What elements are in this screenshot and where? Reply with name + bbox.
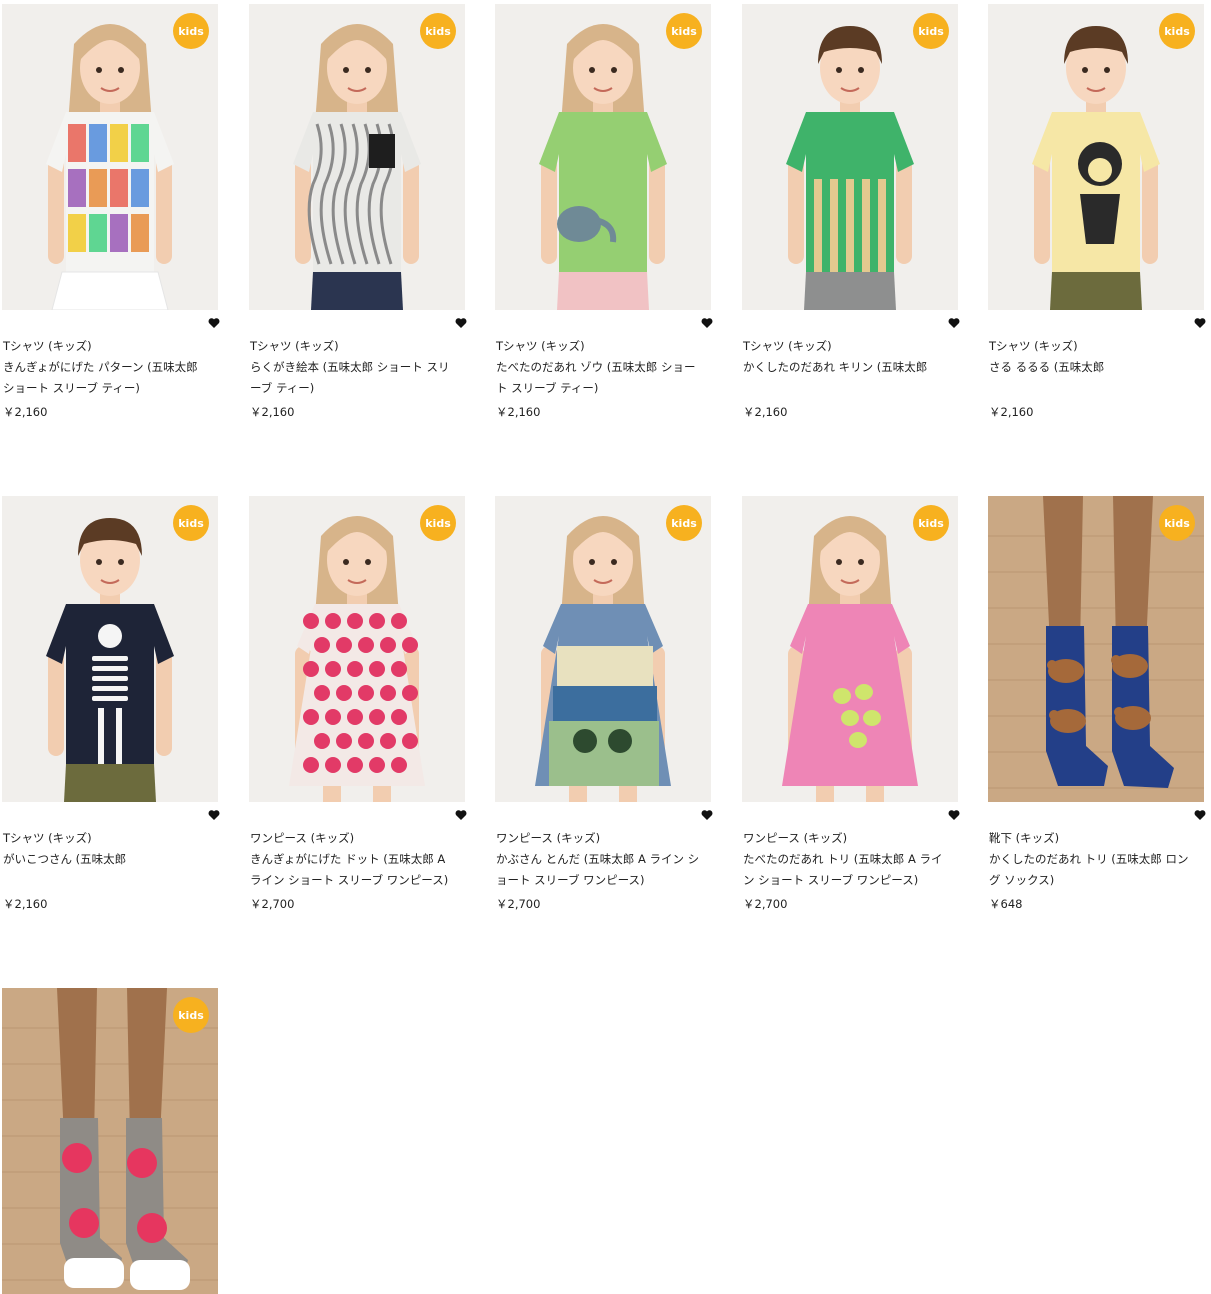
favorite-heart-icon[interactable]	[1194, 809, 1206, 821]
product-card[interactable]: kids Tシャツ (キッズ) さる るるる (五味太郎 ￥2,160	[988, 4, 1206, 434]
kids-badge: kids	[913, 13, 949, 49]
product-price: ￥2,700	[250, 897, 295, 911]
product-title-link[interactable]: かぶさん とんだ (五味太郎 A ライン ショート スリーブ ワンピース)	[496, 849, 702, 891]
product-price: ￥2,700	[743, 897, 788, 911]
product-info: Tシャツ (キッズ) らくがき絵本 (五味太郎 ショート スリーブ ティー) ￥2,…	[250, 336, 456, 423]
kids-badge: kids	[173, 505, 209, 541]
kids-badge: kids	[420, 505, 456, 541]
product-card[interactable]: kids ワンピース (キッズ) たべたのだあれ トリ (五味太郎 A ライン ショ…	[742, 496, 960, 926]
product-title-link[interactable]: たべたのだあれ トリ (五味太郎 A ライン ショート スリーブ ワンピース)	[743, 849, 949, 891]
product-title-link[interactable]: かくしたのだあれ キリン (五味太郎	[743, 357, 949, 399]
product-image[interactable]: kids	[249, 4, 465, 310]
product-image[interactable]: kids	[742, 496, 958, 802]
product-info: 靴下 (キッズ) かくしたのだあれ トリ (五味太郎 ロング ソックス) ￥648	[989, 828, 1195, 915]
favorite-heart-icon[interactable]	[208, 809, 220, 821]
product-card[interactable]: kids 靴下 (キッズ) かくしたのだあれ トリ (五味太郎 ロング ソックス) ￥…	[988, 496, 1206, 926]
product-grid: kids Tシャツ (キッズ) きんぎょがにげた パターン (五味太郎 ショート ス…	[0, 0, 1211, 1294]
favorite-heart-icon[interactable]	[1194, 317, 1206, 329]
favorite-heart-icon[interactable]	[455, 317, 467, 329]
product-image[interactable]: kids	[2, 4, 218, 310]
product-card[interactable]: kids Tシャツ (キッズ) かくしたのだあれ キリン (五味太郎 ￥2,160	[742, 4, 960, 434]
product-info: Tシャツ (キッズ) たべたのだあれ ゾウ (五味太郎 ショート スリーブ ティー…	[496, 336, 702, 423]
product-price: ￥2,160	[989, 405, 1034, 419]
product-card[interactable]: kids Tシャツ (キッズ) がいこつさん (五味太郎 ￥2,160	[2, 496, 220, 926]
product-title-link[interactable]: きんぎょがにげた パターン (五味太郎 ショート スリーブ ティー)	[3, 357, 209, 399]
product-category: ワンピース (キッズ)	[250, 831, 355, 845]
product-category: Tシャツ (キッズ)	[989, 339, 1078, 353]
product-image[interactable]: kids	[742, 4, 958, 310]
product-image[interactable]: kids	[988, 496, 1204, 802]
favorite-heart-icon[interactable]	[701, 317, 713, 329]
product-price: ￥2,160	[743, 405, 788, 419]
product-info: Tシャツ (キッズ) きんぎょがにげた パターン (五味太郎 ショート スリーブ …	[3, 336, 209, 423]
product-title-link[interactable]: らくがき絵本 (五味太郎 ショート スリーブ ティー)	[250, 357, 456, 399]
product-title-link[interactable]: がいこつさん (五味太郎	[3, 849, 209, 891]
product-card[interactable]: kids Tシャツ (キッズ) たべたのだあれ ゾウ (五味太郎 ショート スリーブ…	[495, 4, 713, 434]
product-price: ￥2,160	[3, 405, 48, 419]
kids-badge: kids	[666, 13, 702, 49]
favorite-heart-icon[interactable]	[948, 317, 960, 329]
product-card[interactable]: kids ワンピース (キッズ) かぶさん とんだ (五味太郎 A ライン ショート…	[495, 496, 713, 926]
favorite-heart-icon[interactable]	[455, 809, 467, 821]
product-image[interactable]: kids	[495, 496, 711, 802]
product-price: ￥2,160	[3, 897, 48, 911]
product-info: Tシャツ (キッズ) かくしたのだあれ キリン (五味太郎 ￥2,160	[743, 336, 949, 423]
product-info: Tシャツ (キッズ) がいこつさん (五味太郎 ￥2,160	[3, 828, 209, 915]
favorite-heart-icon[interactable]	[208, 317, 220, 329]
product-title-link[interactable]: さる るるる (五味太郎	[989, 357, 1195, 399]
product-price: ￥2,700	[496, 897, 541, 911]
product-card[interactable]: kids ワンピース (キッズ) きんぎょがにげた ドット (五味太郎 A ライン …	[249, 496, 467, 926]
kids-badge: kids	[666, 505, 702, 541]
product-category: Tシャツ (キッズ)	[743, 339, 832, 353]
product-price: ￥648	[989, 897, 1023, 911]
product-category: 靴下 (キッズ)	[989, 831, 1060, 845]
product-price: ￥2,160	[496, 405, 541, 419]
product-image[interactable]: kids	[2, 988, 218, 1294]
product-image[interactable]: kids	[495, 4, 711, 310]
product-title-link[interactable]: たべたのだあれ ゾウ (五味太郎 ショート スリーブ ティー)	[496, 357, 702, 399]
product-card[interactable]: kids	[2, 988, 220, 1294]
kids-badge: kids	[173, 13, 209, 49]
product-title-link[interactable]: きんぎょがにげた ドット (五味太郎 A ライン ショート スリーブ ワンピース…	[250, 849, 456, 891]
product-category: Tシャツ (キッズ)	[3, 831, 92, 845]
product-image[interactable]: kids	[2, 496, 218, 802]
product-image[interactable]: kids	[249, 496, 465, 802]
product-category: Tシャツ (キッズ)	[496, 339, 585, 353]
product-info: ワンピース (キッズ) かぶさん とんだ (五味太郎 A ライン ショート スリー…	[496, 828, 702, 915]
favorite-heart-icon[interactable]	[701, 809, 713, 821]
product-info: ワンピース (キッズ) たべたのだあれ トリ (五味太郎 A ライン ショート ス…	[743, 828, 949, 915]
product-category: Tシャツ (キッズ)	[3, 339, 92, 353]
kids-badge: kids	[420, 13, 456, 49]
product-category: ワンピース (キッズ)	[743, 831, 848, 845]
kids-badge: kids	[173, 997, 209, 1033]
product-image[interactable]: kids	[988, 4, 1204, 310]
favorite-heart-icon[interactable]	[948, 809, 960, 821]
product-category: Tシャツ (キッズ)	[250, 339, 339, 353]
product-category: ワンピース (キッズ)	[496, 831, 601, 845]
product-card[interactable]: kids Tシャツ (キッズ) らくがき絵本 (五味太郎 ショート スリーブ ティー…	[249, 4, 467, 434]
product-info: Tシャツ (キッズ) さる るるる (五味太郎 ￥2,160	[989, 336, 1195, 423]
product-card[interactable]: kids Tシャツ (キッズ) きんぎょがにげた パターン (五味太郎 ショート ス…	[2, 4, 220, 434]
product-info: ワンピース (キッズ) きんぎょがにげた ドット (五味太郎 A ライン ショート…	[250, 828, 456, 915]
product-title-link[interactable]: かくしたのだあれ トリ (五味太郎 ロング ソックス)	[989, 849, 1195, 891]
kids-badge: kids	[1159, 13, 1195, 49]
kids-badge: kids	[913, 505, 949, 541]
kids-badge: kids	[1159, 505, 1195, 541]
product-price: ￥2,160	[250, 405, 295, 419]
